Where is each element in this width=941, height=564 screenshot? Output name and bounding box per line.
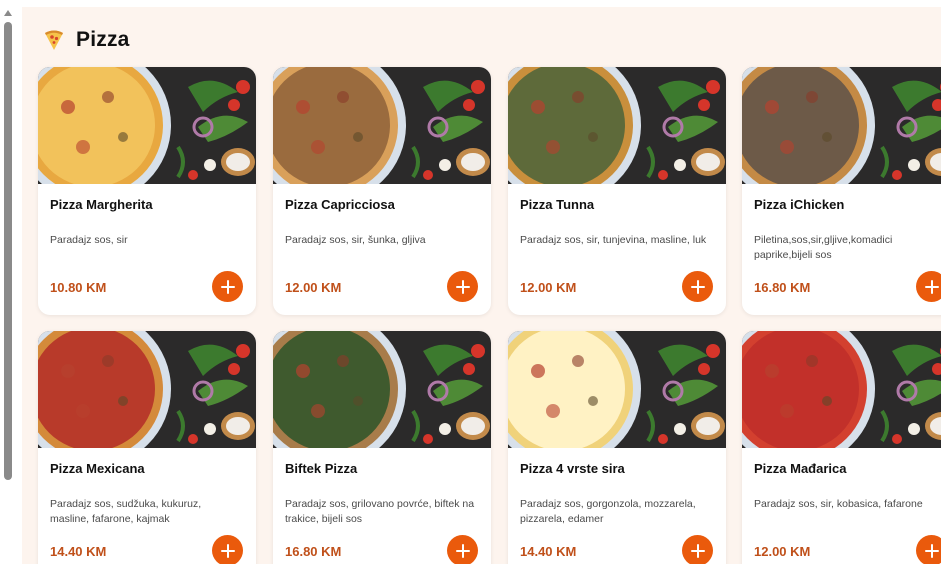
plus-icon — [690, 543, 705, 558]
product-price: 16.80 KM — [754, 280, 811, 295]
product-card[interactable]: Pizza 4 vrste sira Paradajz sos, gorgonzo… — [508, 331, 726, 564]
plus-icon — [924, 279, 939, 294]
product-description: Paradajz sos, sir, kobasica, fafarone — [754, 498, 923, 510]
product-price: 12.00 KM — [754, 544, 811, 559]
product-price: 12.00 KM — [520, 280, 577, 295]
section-title: Pizza — [76, 28, 130, 51]
product-price: 10.80 KM — [50, 280, 107, 295]
product-name: Pizza Margherita — [50, 197, 153, 212]
product-description: Paradajz sos, sir, šunka, gljiva — [285, 234, 426, 246]
pizza-tunna-photo — [508, 67, 726, 184]
product-card[interactable]: Pizza iChicken Piletina,sos,sir,gljive,ko… — [742, 67, 941, 315]
add-to-cart-button[interactable] — [212, 271, 243, 302]
product-price: 14.40 KM — [520, 544, 577, 559]
product-description: Paradajz sos, gorgonzola, mozzarela, piz… — [520, 498, 696, 525]
product-description: Paradajz sos, sir, tunjevina, masline, l… — [520, 234, 707, 246]
scroll-up-arrow-icon[interactable] — [4, 10, 12, 16]
product-name: Biftek Pizza — [285, 461, 358, 476]
product-card[interactable]: Pizza Capricciosa Paradajz sos, sir, šunk… — [273, 67, 491, 315]
pizza-madjarica-photo — [742, 331, 941, 448]
product-name: Pizza 4 vrste sira — [520, 461, 625, 476]
add-to-cart-button[interactable] — [447, 535, 478, 564]
menu-content: Pizza Pizza Margherita Paradajz sos, sir 1… — [22, 7, 941, 564]
product-price: 12.00 KM — [285, 280, 342, 295]
product-card[interactable]: Pizza Mexicana Paradajz sos, sudžuka, kuk… — [38, 331, 256, 564]
add-to-cart-button[interactable] — [682, 535, 713, 564]
vertical-scrollbar[interactable] — [0, 0, 16, 564]
add-to-cart-button[interactable] — [212, 535, 243, 564]
pizza-ichicken-photo — [742, 67, 941, 184]
biftek-pizza-photo — [273, 331, 491, 448]
scrollbar-thumb[interactable] — [4, 22, 12, 480]
pizza-margherita-photo — [38, 67, 256, 184]
product-description: Piletina,sos,sir,gljive,komadici paprike… — [754, 234, 893, 261]
product-name: Pizza Mađarica — [754, 461, 847, 476]
plus-icon — [690, 279, 705, 294]
product-name: Pizza iChicken — [754, 197, 845, 212]
section-header: Pizza — [42, 27, 130, 53]
product-description: Paradajz sos, grilovano povrće, biftek n… — [285, 498, 475, 525]
plus-icon — [455, 279, 470, 294]
product-card[interactable]: Pizza Margherita Paradajz sos, sir 10.80 K… — [38, 67, 256, 315]
product-card[interactable]: Pizza Tunna Paradajz sos, sir, tunjevina,… — [508, 67, 726, 315]
product-price: 16.80 KM — [285, 544, 342, 559]
plus-icon — [220, 543, 235, 558]
pizza-capricciosa-photo — [273, 67, 491, 184]
add-to-cart-button[interactable] — [447, 271, 478, 302]
product-name: Pizza Capricciosa — [285, 197, 395, 212]
pizza-slice-icon — [45, 30, 63, 50]
pizza-mexicana-photo — [38, 331, 256, 448]
product-price: 14.40 KM — [50, 544, 107, 559]
product-description: Paradajz sos, sir — [50, 234, 128, 246]
plus-icon — [924, 543, 939, 558]
product-name: Pizza Tunna — [520, 197, 595, 212]
add-to-cart-button[interactable] — [916, 535, 941, 564]
add-to-cart-button[interactable] — [916, 271, 941, 302]
product-name: Pizza Mexicana — [50, 461, 145, 476]
pizza-4-sira-photo — [508, 331, 726, 448]
product-card[interactable]: Biftek Pizza Paradajz sos, grilovano povr… — [273, 331, 491, 564]
plus-icon — [455, 543, 470, 558]
plus-icon — [220, 279, 235, 294]
product-description: Paradajz sos, sudžuka, kukuruz, masline,… — [50, 498, 202, 525]
product-card[interactable]: Pizza Mađarica Paradajz sos, sir, kobasic… — [742, 331, 941, 564]
add-to-cart-button[interactable] — [682, 271, 713, 302]
